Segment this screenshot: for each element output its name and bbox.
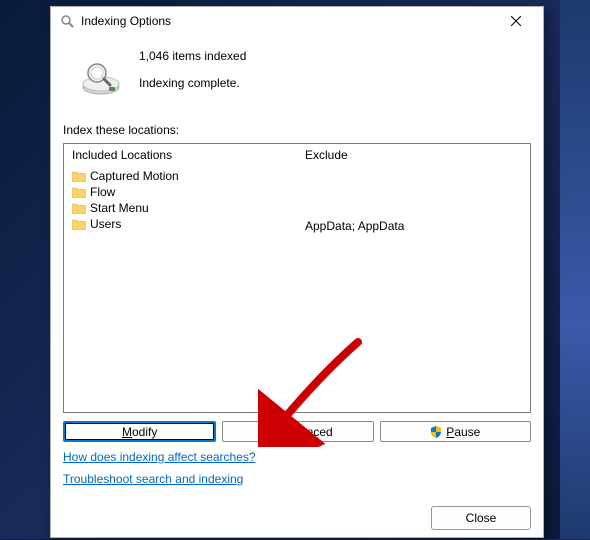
help-link-troubleshoot[interactable]: Troubleshoot search and indexing [63, 472, 243, 486]
action-buttons: Modify Advanced Pause [63, 421, 531, 442]
folder-name: Start Menu [90, 201, 149, 215]
close-button[interactable] [495, 7, 537, 35]
list-item[interactable]: Users [72, 216, 289, 232]
folder-name: Captured Motion [90, 169, 179, 183]
exclude-header: Exclude [305, 148, 522, 162]
list-item[interactable]: Start Menu [72, 200, 289, 216]
status-area: 1,046 items indexed Indexing complete. [63, 39, 531, 107]
exclude-value: AppData; AppData [305, 219, 522, 233]
exclude-column: Exclude AppData; AppData [297, 144, 530, 412]
close-dialog-button[interactable]: Close [431, 506, 531, 530]
folder-icon [72, 171, 86, 182]
modify-button[interactable]: Modify [63, 421, 216, 442]
advanced-button[interactable]: Advanced [222, 421, 373, 442]
items-indexed-count: 1,046 items indexed [139, 47, 246, 66]
shield-icon [430, 426, 442, 438]
magnifier-disk-icon [63, 41, 139, 97]
shield-icon [263, 426, 275, 438]
indexing-icon [59, 13, 75, 29]
dialog-footer: Close [51, 496, 543, 540]
pause-button[interactable]: Pause [380, 421, 531, 442]
included-column: Included Locations Captured Motion Flow … [64, 144, 297, 412]
folder-icon [72, 203, 86, 214]
status-text: 1,046 items indexed Indexing complete. [139, 41, 246, 93]
folder-icon [72, 219, 86, 230]
folder-name: Flow [90, 185, 115, 199]
folder-icon [72, 187, 86, 198]
list-item[interactable]: Flow [72, 184, 289, 200]
titlebar: Indexing Options [51, 7, 543, 35]
list-item[interactable]: Captured Motion [72, 168, 289, 184]
window-title: Indexing Options [81, 14, 495, 28]
help-link-how[interactable]: How does indexing affect searches? [63, 450, 256, 464]
folder-name: Users [90, 217, 121, 231]
included-header: Included Locations [72, 148, 289, 162]
locations-label: Index these locations: [63, 123, 531, 137]
dialog-content: 1,046 items indexed Indexing complete. I… [51, 35, 543, 496]
indexing-options-dialog: Indexing Options 1,046 items ind [50, 6, 544, 538]
indexing-state: Indexing complete. [139, 74, 246, 93]
desktop-background [560, 0, 590, 539]
locations-listbox[interactable]: Included Locations Captured Motion Flow … [63, 143, 531, 413]
